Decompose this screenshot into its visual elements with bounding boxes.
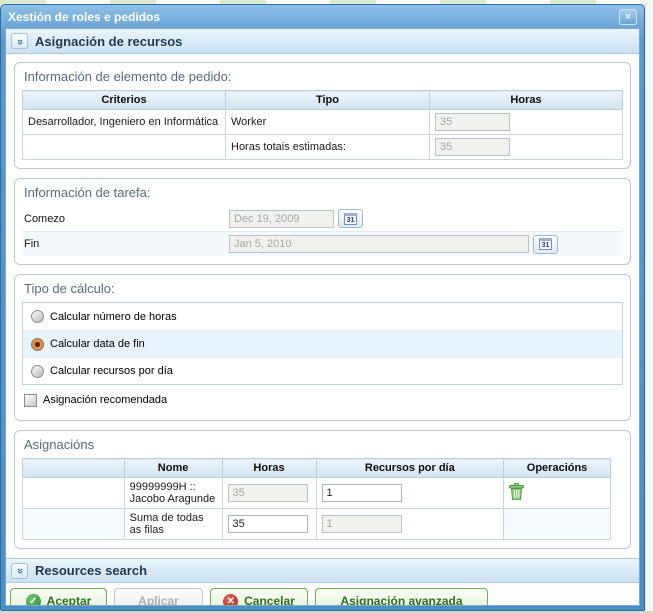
fieldset-assignments: Asignacións Nome Horas Recursos por día … — [14, 430, 631, 549]
fieldset-task-info: Información de tarefa: Comezo Fin — [14, 178, 631, 265]
radio-icon[interactable] — [31, 310, 44, 323]
col-header-tipo: Tipo — [226, 91, 430, 110]
calc-options-box: Calcular número de horas Calcular data d… — [22, 302, 623, 385]
cell-criterios-empty — [23, 135, 226, 160]
table-row: Desarrollador, Ingeniero en Informática … — [23, 110, 623, 135]
col-header-horas: Horas — [430, 91, 623, 110]
resource-horas-input[interactable] — [228, 484, 308, 502]
checkbox-asignacion-recomendada[interactable]: Asignación recomendada — [22, 388, 623, 412]
radio-label: Calcular número de horas — [50, 311, 177, 323]
radio-option-calc-recursos[interactable]: Calcular recursos por día — [23, 357, 622, 384]
calendar-icon[interactable] — [338, 209, 363, 228]
collapse-chevron-icon[interactable]: » — [11, 33, 28, 49]
dialog-titlebar[interactable]: Xestión de roles e pedidos × — [5, 5, 640, 28]
cell-sum-label: Suma de todas as filas — [124, 509, 222, 540]
panel-body: Información de elemento de pedido: Crite… — [6, 54, 639, 558]
aplicar-label: Aplicar — [138, 594, 179, 606]
radio-option-calc-horas[interactable]: Calcular número de horas — [23, 303, 622, 330]
end-label: Fin — [24, 238, 229, 250]
start-label: Comezo — [24, 213, 229, 225]
table-row: 99999999H :: Jacobo Aragunde — [23, 478, 611, 509]
cell-horas-totais-label: Horas totais estimadas: — [226, 135, 430, 160]
order-info-header-row: Criterios Tipo Horas — [23, 91, 623, 110]
checkbox-label: Asignación recomendada — [43, 394, 167, 406]
col-header-nome: Nome — [124, 459, 222, 478]
fieldset-calc-type: Tipo de cálculo: Calcular número de hora… — [14, 274, 631, 421]
asignacion-avanzada-button[interactable]: Asignación avanzada — [315, 588, 488, 606]
radio-label: Calcular data de fin — [50, 338, 145, 350]
fieldset-assignments-title: Asignacións — [22, 431, 623, 458]
radio-option-calc-data-fin[interactable]: Calcular data de fin — [23, 330, 622, 357]
cell-operations-empty — [504, 509, 611, 540]
fieldset-task-info-title: Información de tarefa: — [22, 179, 623, 206]
calendar-icon[interactable] — [533, 235, 558, 254]
cross-circle-icon: ✕ — [223, 594, 238, 607]
table-row: Horas totais estimadas: — [23, 135, 623, 160]
table-row-sum: Suma de todas as filas — [23, 509, 611, 540]
cell-blank — [23, 509, 125, 540]
radio-icon[interactable] — [31, 365, 44, 378]
dialog-xestion-roles-pedidos: Xestión de roles e pedidos × » Asignació… — [0, 4, 645, 611]
background-page-right-strip — [645, 4, 653, 611]
radio-label: Calcular recursos por día — [50, 365, 173, 377]
radio-selected-icon[interactable] — [31, 338, 44, 351]
collapse-chevron-icon[interactable]: » — [11, 563, 28, 579]
aceptar-button[interactable]: ✓ Aceptar — [10, 588, 107, 606]
checkbox-icon[interactable] — [24, 394, 37, 407]
panel-header-label: Asignación de recursos — [35, 34, 182, 49]
panel-header-label: Resources search — [35, 563, 147, 578]
sum-recursos-input[interactable] — [322, 515, 402, 533]
cancelar-label: Cancelar — [244, 594, 295, 606]
trash-icon — [509, 483, 524, 500]
cell-resource-name: 99999999H :: Jacobo Aragunde — [124, 478, 222, 509]
horas-input-row1[interactable] — [435, 113, 510, 131]
end-date-input[interactable] — [229, 235, 529, 253]
sum-horas-input[interactable] — [228, 515, 308, 533]
order-info-table: Criterios Tipo Horas Desarrollador, Inge… — [22, 90, 623, 160]
aceptar-label: Aceptar — [47, 594, 92, 606]
cell-criterios: Desarrollador, Ingeniero en Informática — [23, 110, 226, 135]
task-start-row: Comezo — [22, 206, 623, 231]
fieldset-order-info-title: Información de elemento de pedido: — [22, 63, 623, 90]
fieldset-calc-type-title: Tipo de cálculo: — [22, 275, 623, 302]
col-header-criterios: Criterios — [23, 91, 226, 110]
assignments-table: Nome Horas Recursos por día Operacións 9… — [22, 458, 611, 540]
horas-totais-input[interactable] — [435, 138, 510, 156]
resource-recursos-input[interactable] — [322, 484, 402, 502]
cancelar-button[interactable]: ✕ Cancelar — [210, 588, 308, 606]
asignacion-avanzada-label: Asignación avanzada — [340, 594, 462, 606]
delete-assignment-button[interactable] — [509, 483, 524, 500]
panel-header-resources-search[interactable]: » Resources search — [6, 558, 639, 583]
col-header-horas: Horas — [222, 459, 316, 478]
cell-blank — [23, 478, 125, 509]
panel-header-asignacion-recursos[interactable]: » Asignación de recursos — [6, 29, 639, 54]
footer-toolbar: ✓ Aceptar Aplicar ✕ Cancelar Asignación … — [6, 583, 639, 606]
main-panel: » Asignación de recursos Información de … — [5, 28, 640, 606]
cell-tipo: Worker — [226, 110, 430, 135]
fieldset-order-info: Información de elemento de pedido: Crite… — [14, 62, 631, 169]
col-header-operacions: Operacións — [504, 459, 611, 478]
task-end-row: Fin — [22, 231, 623, 256]
check-circle-icon: ✓ — [26, 594, 41, 607]
aplicar-button[interactable]: Aplicar — [114, 588, 203, 606]
dialog-title: Xestión de roles e pedidos — [8, 10, 160, 24]
start-date-input[interactable] — [229, 210, 334, 228]
assignments-header-row: Nome Horas Recursos por día Operacións — [23, 459, 611, 478]
close-icon[interactable]: × — [619, 9, 637, 25]
col-header-recursos-por-dia: Recursos por día — [316, 459, 504, 478]
col-header-blank — [23, 459, 125, 478]
